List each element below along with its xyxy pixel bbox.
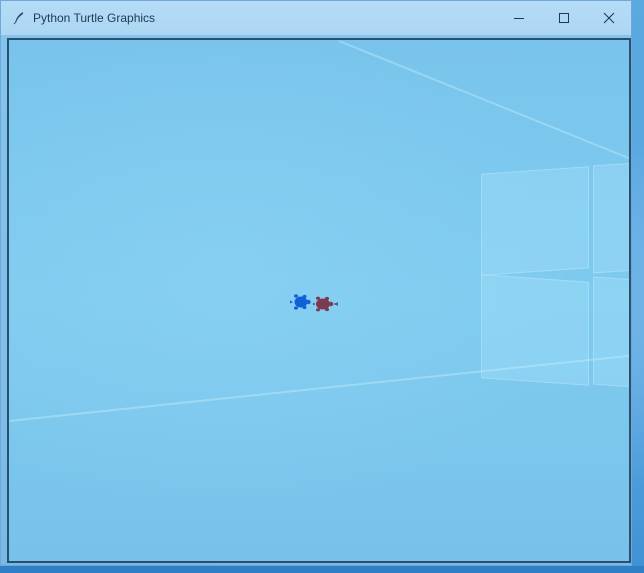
taskbar-edge [0,566,644,573]
turtle-maroon [313,296,338,312]
title-bar[interactable]: Python Turtle Graphics [1,1,631,35]
turtle-blue [290,294,311,310]
desktop-background: Python Turtle Graphics [0,0,644,573]
minimize-icon [513,18,524,19]
wallpaper-pane [593,276,629,388]
window-title: Python Turtle Graphics [33,11,156,25]
maximize-button[interactable] [541,1,586,35]
turtle-window: Python Turtle Graphics [0,0,632,566]
feather-icon [11,10,27,26]
minimize-button[interactable] [496,1,541,35]
wallpaper-pane [593,162,629,274]
close-button[interactable] [586,1,631,35]
close-icon [603,12,614,24]
maximize-icon [558,13,569,23]
wallpaper-pane [481,166,589,276]
turtle-canvas[interactable] [7,38,631,563]
window-controls [496,1,631,35]
